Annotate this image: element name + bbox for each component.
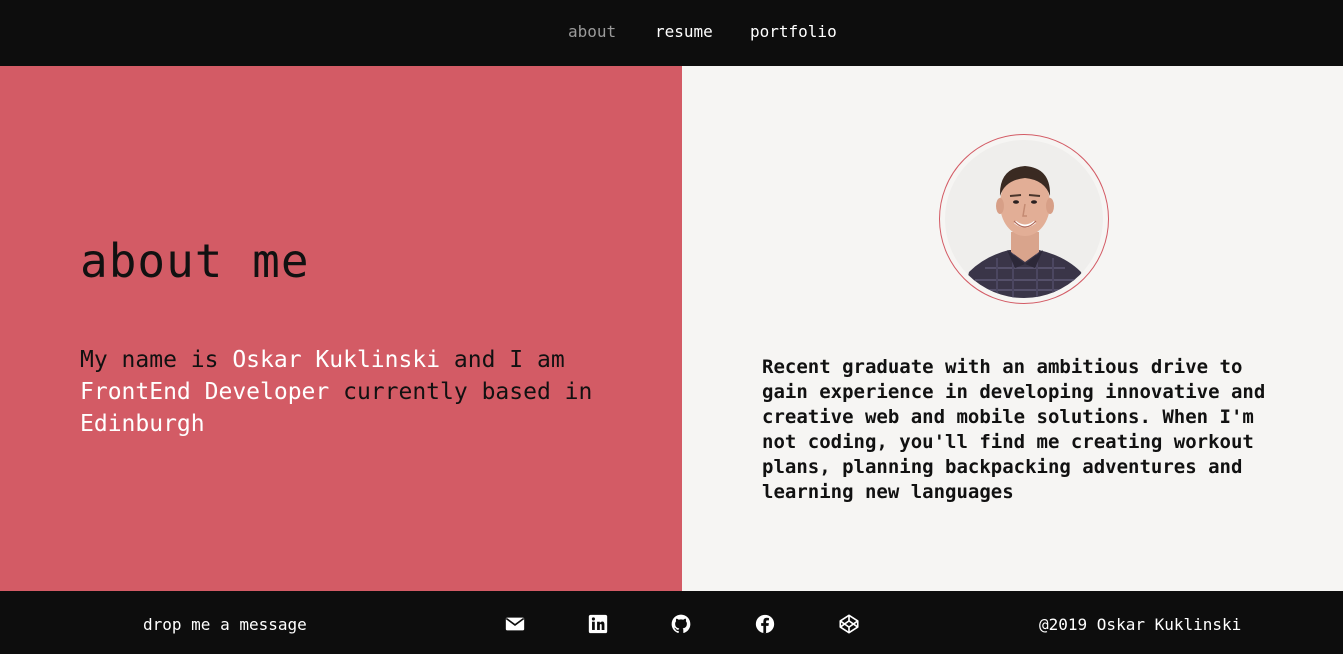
- nav-link-portfolio[interactable]: portfolio: [750, 22, 837, 41]
- top-navigation: about resume portfolio: [0, 0, 1343, 66]
- profile-photo: [945, 140, 1103, 298]
- intro-suffix: currently based in: [329, 379, 593, 405]
- footer: drop me a message @2019 Oskar Kuklinski: [0, 591, 1343, 654]
- mail-icon[interactable]: [504, 613, 526, 635]
- bio-text: Recent graduate with an ambitious drive …: [762, 356, 1266, 503]
- github-icon[interactable]: [670, 613, 692, 635]
- intro-city: Edinburgh: [80, 411, 205, 437]
- nav-link-about[interactable]: about: [568, 22, 616, 41]
- drop-message-link[interactable]: drop me a message: [143, 615, 307, 634]
- linkedin-icon[interactable]: [587, 613, 609, 635]
- about-intro-panel: about me My name is Oskar Kuklinski and …: [0, 66, 682, 591]
- intro-name: Oskar Kuklinski: [232, 347, 441, 373]
- intro-role: FrontEnd Developer: [80, 379, 330, 405]
- page-title: about me: [80, 234, 310, 288]
- copyright-text: @2019 Oskar Kuklinski: [1039, 615, 1242, 634]
- codepen-icon[interactable]: [838, 613, 860, 635]
- intro-prefix: My name is: [80, 347, 233, 373]
- intro-middle: and I am: [440, 347, 565, 373]
- about-bio-panel: Recent graduate with an ambitious drive …: [682, 66, 1343, 591]
- intro-text: My name is Oskar Kuklinski and I am Fron…: [80, 344, 620, 440]
- nav-link-resume[interactable]: resume: [655, 22, 713, 41]
- avatar: [939, 134, 1109, 304]
- facebook-icon[interactable]: [754, 613, 776, 635]
